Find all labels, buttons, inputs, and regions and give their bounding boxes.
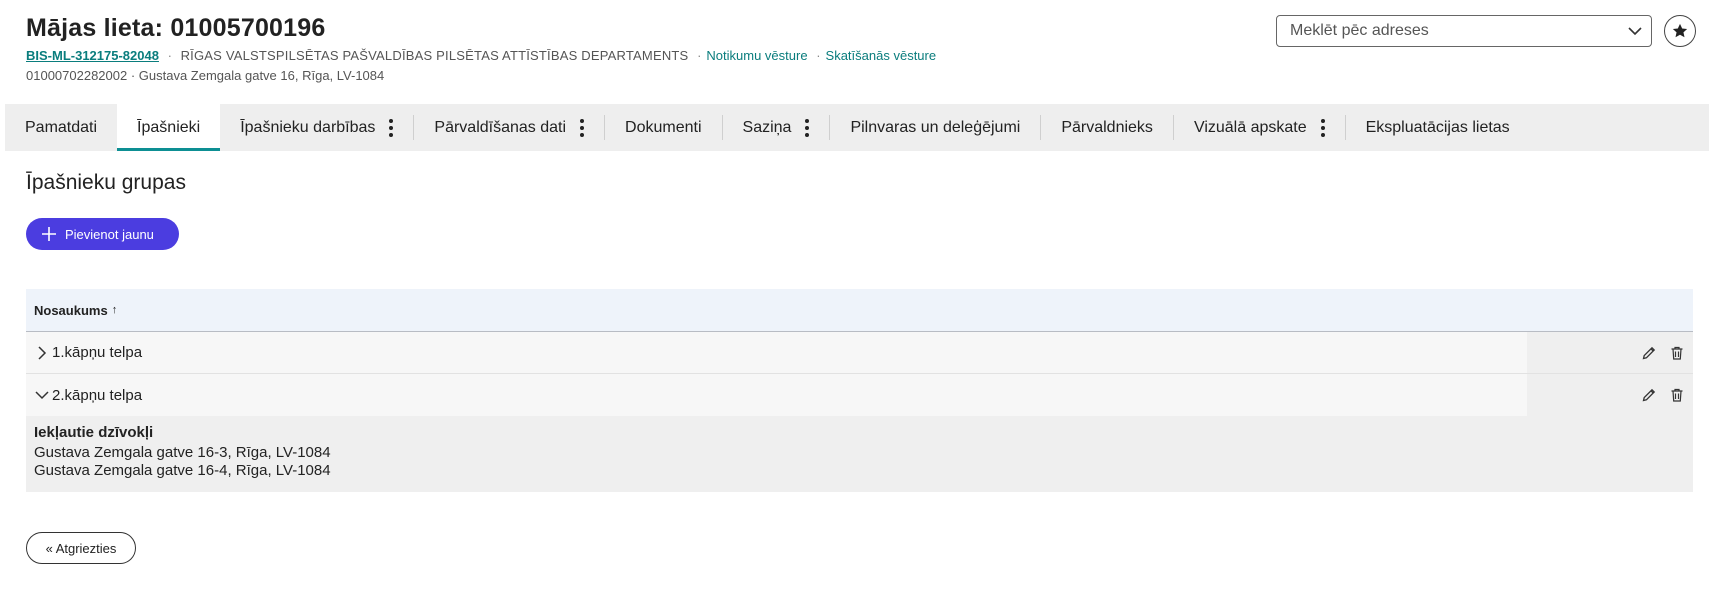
tab-sazina[interactable]: Saziņa (723, 104, 830, 151)
case-meta: BIS-ML-312175-82048 · RĪGAS VALSTSPILSĒT… (26, 48, 1266, 63)
edit-icon[interactable] (1641, 387, 1657, 403)
details-heading: Iekļautie dzīvokļi (34, 424, 154, 441)
delete-icon[interactable] (1669, 387, 1685, 403)
row-actions (1527, 374, 1693, 416)
tab-ekspluatacijas-lietas[interactable]: Ekspluatācijas lietas (1346, 104, 1530, 151)
favorite-button[interactable] (1664, 15, 1696, 47)
more-vertical-icon[interactable] (1320, 118, 1325, 137)
tab-dokumenti[interactable]: Dokumenti (605, 104, 721, 151)
column-header-name[interactable]: Nosaukums ↑ (26, 289, 1693, 332)
case-code-link[interactable]: BIS-ML-312175-82048 (26, 48, 159, 63)
sort-asc-icon: ↑ (111, 304, 118, 316)
tab-vizuala-apskate[interactable]: Vizuālā apskate (1174, 104, 1345, 151)
department-name: RĪGAS VALSTSPILSĒTAS PAŠVALDĪBAS PILSĒTA… (180, 48, 689, 63)
row-name: 2.kāpņu telpa (52, 386, 143, 404)
back-button[interactable]: « Atgriezties (26, 532, 136, 564)
tab-label: Īpašnieku darbības (240, 118, 376, 136)
tab-pilnvaras[interactable]: Pilnvaras un deleģējumi (830, 104, 1040, 151)
address-search[interactable] (1276, 15, 1652, 47)
views-history-link[interactable]: Skatīšanās vēsture (826, 48, 937, 63)
add-new-button[interactable]: Pievienot jaunu (26, 218, 179, 250)
tab-label: Pilnvaras un deleģējumi (850, 118, 1021, 136)
table-row[interactable]: 2.kāpņu telpa (26, 374, 1693, 416)
address-search-input[interactable] (1277, 16, 1597, 46)
tab-label: Ekspluatācijas lietas (1365, 118, 1510, 136)
tab-ipasnieku-darbibas[interactable]: Īpašnieku darbības (220, 104, 413, 151)
tab-label: Dokumenti (625, 118, 702, 136)
chevron-down-icon[interactable] (34, 387, 50, 403)
column-header-label: Nosaukums (34, 302, 108, 318)
row-name: 1.kāpņu telpa (52, 344, 143, 361)
page-header: Mājas lieta: 01005700196 BIS-ML-312175-8… (26, 14, 1266, 83)
apartment-address: Gustava Zemgala gatve 16-4, Rīga, LV-108… (34, 462, 331, 479)
more-vertical-icon[interactable] (389, 118, 394, 137)
section-title: Īpašnieku grupas (26, 171, 186, 194)
tab-label: Pārvaldnieks (1061, 118, 1153, 136)
chevron-right-icon[interactable] (34, 345, 50, 361)
row-name-cell: 1.kāpņu telpa (26, 332, 1527, 373)
chevron-down-icon[interactable] (1627, 23, 1643, 39)
tab-label: Pārvaldīšanas dati (434, 118, 567, 136)
address-line: 01000702282002 · Gustava Zemgala gatve 1… (26, 68, 385, 83)
plus-icon (42, 227, 56, 241)
owner-groups-table: Nosaukums ↑ 1.kāpņu telpa 2.kāpņu telpa (26, 289, 1693, 492)
events-history-link[interactable]: Notikumu vēsture (706, 48, 807, 63)
add-new-label: Pievienot jaunu (65, 226, 154, 242)
row-details: Iekļautie dzīvokļi Gustava Zemgala gatve… (26, 416, 1693, 492)
apartment-address: Gustava Zemgala gatve 16-3, Rīga, LV-108… (34, 444, 331, 461)
page-title: Mājas lieta: 01005700196 (26, 14, 326, 42)
meta-separator: · (167, 48, 172, 63)
tab-parvaldnieks[interactable]: Pārvaldnieks (1041, 104, 1173, 151)
tab-pamatdati[interactable]: Pamatdati (5, 104, 117, 151)
tab-label: Īpašnieki (137, 118, 201, 136)
meta-separator: · (697, 48, 702, 63)
row-name-cell: 2.kāpņu telpa (26, 374, 1527, 416)
delete-icon[interactable] (1669, 345, 1685, 361)
tab-label: Vizuālā apskate (1193, 118, 1307, 136)
tab-label: Saziņa (742, 118, 792, 136)
edit-icon[interactable] (1641, 345, 1657, 361)
tab-bar: Pamatdati Īpašnieki Īpašnieku darbības P… (5, 104, 1709, 151)
more-vertical-icon[interactable] (805, 118, 810, 137)
tab-ipasnieki[interactable]: Īpašnieki (117, 104, 221, 151)
meta-separator: · (816, 48, 821, 63)
tab-parvaldisanas-dati[interactable]: Pārvaldīšanas dati (414, 104, 604, 151)
star-icon (1672, 23, 1688, 38)
tab-label: Pamatdati (25, 118, 98, 136)
row-actions (1527, 332, 1693, 373)
more-vertical-icon[interactable] (580, 118, 585, 137)
table-row[interactable]: 1.kāpņu telpa (26, 332, 1693, 374)
